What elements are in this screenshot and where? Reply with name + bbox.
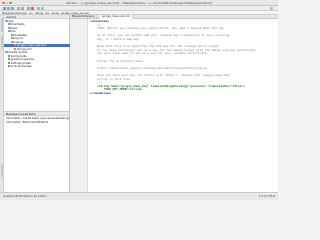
xml-file-icon [14,44,16,47]
project-panel-header[interactable]: Android [4,15,69,19]
message-row[interactable]: Information: BUILD SUCCESSFUL [6,121,48,124]
gradle-file-icon [8,65,10,68]
code-line: TODO: Before you release your applicatio… [90,26,226,31]
gradle-file-icon [8,61,10,64]
debug-icon[interactable] [31,7,34,10]
code-line: you will also need to set up a key for y… [90,51,209,56]
project-panel: Android app manifests java res drawable … [4,15,70,111]
avd-manager-icon[interactable] [37,7,40,10]
code-line: </resources> [90,91,111,95]
gradle-file-icon [8,54,10,57]
window-title: vikramc - [~/google_maps_api.xml] - /Map… [65,1,213,6]
line-number-gutter [70,19,88,192]
captures-tool-tab[interactable] [0,165,4,177]
open-folder-icon[interactable] [3,7,6,10]
cursor-position[interactable]: 1:1 LF UTF-8 [259,195,275,198]
save-icon[interactable] [7,7,10,10]
code-line: https://developers.google.com/maps/docum… [90,65,207,70]
undo-icon[interactable] [17,7,20,10]
messages-panel: Messages Gradle Build Information: Gradl… [4,111,70,192]
sync-icon[interactable] [11,7,14,10]
code-editor[interactable]: <resources> <!-- TODO: Before you releas… [70,19,278,192]
status-message: Gradle build finished in 5s 123ms [3,195,47,198]
redo-icon[interactable] [21,7,24,10]
run-icon[interactable] [27,7,30,10]
code-line: Follow the directions here: [90,58,144,63]
search-icon[interactable] [270,7,273,10]
status-bar: Gradle build finished in 5s 123ms 1:1 LF… [0,192,278,200]
messages-panel-header[interactable]: Messages Gradle Build [4,112,69,116]
tree-item-local-properties[interactable]: local.properties [8,65,32,68]
structure-tool-tab[interactable] [0,35,4,49]
sdk-manager-icon[interactable] [41,7,44,10]
code-line: key, or create a new key. [90,37,141,41]
project-tool-tab[interactable] [0,18,4,32]
gradle-file-icon [8,58,10,61]
